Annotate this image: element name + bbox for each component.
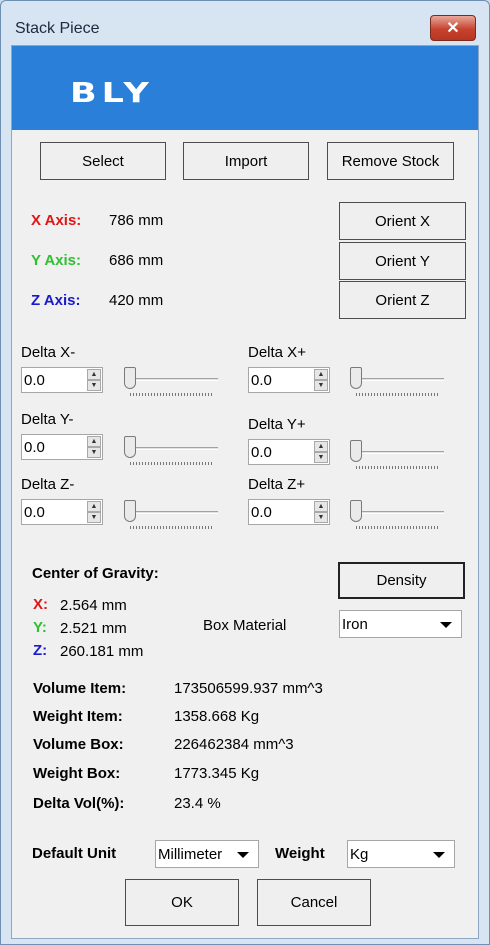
volume-item-value: 173506599.937 mm^3 bbox=[174, 680, 323, 697]
z-axis-value: 420 mm bbox=[109, 292, 164, 309]
box-material-select[interactable]: Iron bbox=[339, 610, 462, 638]
weight-box-label: Weight Box: bbox=[33, 765, 121, 782]
bly-logo: BLY bbox=[70, 76, 154, 109]
weight-unit-value: Kg bbox=[350, 846, 369, 863]
weight-item-label: Weight Item: bbox=[33, 708, 123, 725]
cog-x-value: 2.564 mm bbox=[60, 597, 127, 614]
cancel-button[interactable]: Cancel bbox=[257, 879, 371, 926]
select-button[interactable]: Select bbox=[40, 142, 166, 180]
chevron-down-icon bbox=[440, 622, 452, 628]
delta-x-minus-slider[interactable] bbox=[124, 366, 220, 398]
orient-x-button[interactable]: Orient X bbox=[339, 202, 466, 240]
spin-down-icon[interactable]: ▼ bbox=[87, 380, 101, 391]
cog-y-label: Y: bbox=[33, 619, 47, 636]
banner: BLY bbox=[12, 46, 478, 130]
cog-z-value: 260.181 mm bbox=[60, 643, 144, 660]
delta-y-minus-input[interactable]: 0.0 ▲ ▼ bbox=[21, 434, 103, 460]
weight-unit-select[interactable]: Kg bbox=[347, 840, 455, 868]
spin-up-icon[interactable]: ▲ bbox=[314, 441, 328, 452]
delta-z-minus-value: 0.0 bbox=[24, 504, 45, 521]
spin-up-icon[interactable]: ▲ bbox=[314, 369, 328, 380]
volume-item-label: Volume Item: bbox=[33, 680, 127, 697]
delta-y-plus-input[interactable]: 0.0 ▲ ▼ bbox=[248, 439, 330, 465]
title-bar[interactable]: Stack Piece ✕ bbox=[1, 1, 489, 45]
delta-x-minus-input[interactable]: 0.0 ▲ ▼ bbox=[21, 367, 103, 393]
weight-item-value: 1358.668 Kg bbox=[174, 708, 260, 725]
delta-x-plus-label: Delta X+ bbox=[248, 344, 306, 361]
spin-down-icon[interactable]: ▼ bbox=[87, 447, 101, 458]
delta-vol-value: 23.4 % bbox=[174, 795, 221, 812]
delta-z-plus-value: 0.0 bbox=[251, 504, 272, 521]
spin-down-icon[interactable]: ▼ bbox=[314, 512, 328, 523]
slider-thumb[interactable] bbox=[350, 500, 362, 522]
volume-box-label: Volume Box: bbox=[33, 736, 124, 753]
slider-thumb[interactable] bbox=[350, 367, 362, 389]
delta-x-plus-slider[interactable] bbox=[350, 366, 446, 398]
cog-x-label: X: bbox=[33, 596, 48, 613]
box-material-label: Box Material bbox=[203, 617, 287, 634]
default-unit-value: Millimeter bbox=[158, 846, 223, 863]
delta-z-plus-input[interactable]: 0.0 ▲ ▼ bbox=[248, 499, 330, 525]
center-of-gravity-heading: Center of Gravity: bbox=[32, 565, 159, 582]
weight-box-value: 1773.345 Kg bbox=[174, 765, 260, 782]
x-axis-label: X Axis: bbox=[31, 212, 82, 229]
delta-y-minus-label: Delta Y- bbox=[21, 411, 74, 428]
close-button[interactable]: ✕ bbox=[430, 15, 476, 41]
delta-y-plus-value: 0.0 bbox=[251, 444, 272, 461]
window-title: Stack Piece bbox=[15, 20, 100, 37]
delta-x-plus-input[interactable]: 0.0 ▲ ▼ bbox=[248, 367, 330, 393]
delta-z-minus-slider[interactable] bbox=[124, 499, 220, 531]
spin-up-icon[interactable]: ▲ bbox=[87, 369, 101, 380]
slider-thumb[interactable] bbox=[350, 440, 362, 462]
box-material-value: Iron bbox=[342, 616, 368, 633]
delta-y-plus-slider[interactable] bbox=[350, 439, 446, 471]
chevron-down-icon bbox=[237, 852, 249, 858]
orient-z-button[interactable]: Orient Z bbox=[339, 281, 466, 319]
spin-down-icon[interactable]: ▼ bbox=[314, 380, 328, 391]
weight-unit-label: Weight bbox=[275, 845, 325, 862]
remove-stock-button[interactable]: Remove Stock bbox=[327, 142, 454, 180]
cog-z-label: Z: bbox=[33, 642, 48, 659]
volume-box-value: 226462384 mm^3 bbox=[174, 736, 294, 753]
import-button[interactable]: Import bbox=[183, 142, 309, 180]
delta-z-minus-label: Delta Z- bbox=[21, 476, 75, 493]
spin-down-icon[interactable]: ▼ bbox=[314, 452, 328, 463]
ok-button[interactable]: OK bbox=[125, 879, 239, 926]
delta-y-plus-label: Delta Y+ bbox=[248, 416, 306, 433]
delta-x-minus-label: Delta X- bbox=[21, 344, 76, 361]
delta-z-plus-label: Delta Z+ bbox=[248, 476, 306, 493]
delta-x-minus-value: 0.0 bbox=[24, 372, 45, 389]
x-axis-value: 786 mm bbox=[109, 212, 164, 229]
slider-thumb[interactable] bbox=[124, 367, 136, 389]
density-button[interactable]: Density bbox=[338, 562, 465, 599]
delta-z-minus-input[interactable]: 0.0 ▲ ▼ bbox=[21, 499, 103, 525]
slider-thumb[interactable] bbox=[124, 436, 136, 458]
z-axis-label: Z Axis: bbox=[31, 292, 81, 309]
default-unit-label: Default Unit bbox=[32, 845, 117, 862]
y-axis-value: 686 mm bbox=[109, 252, 164, 269]
delta-vol-label: Delta Vol(%): bbox=[33, 795, 125, 812]
dialog-client-area: BLY Select Import Remove Stock X Axis: 7… bbox=[11, 45, 479, 939]
delta-x-plus-value: 0.0 bbox=[251, 372, 272, 389]
orient-y-button[interactable]: Orient Y bbox=[339, 242, 466, 280]
spin-up-icon[interactable]: ▲ bbox=[87, 436, 101, 447]
close-icon: ✕ bbox=[446, 20, 460, 37]
slider-thumb[interactable] bbox=[124, 500, 136, 522]
cog-y-value: 2.521 mm bbox=[60, 620, 127, 637]
chevron-down-icon bbox=[433, 852, 445, 858]
delta-z-plus-slider[interactable] bbox=[350, 499, 446, 531]
stack-piece-window: Stack Piece ✕ BLY Select Import Remove S… bbox=[0, 0, 490, 945]
spin-up-icon[interactable]: ▲ bbox=[314, 501, 328, 512]
delta-y-minus-value: 0.0 bbox=[24, 439, 45, 456]
spin-up-icon[interactable]: ▲ bbox=[87, 501, 101, 512]
delta-y-minus-slider[interactable] bbox=[124, 435, 220, 467]
spin-down-icon[interactable]: ▼ bbox=[87, 512, 101, 523]
default-unit-select[interactable]: Millimeter bbox=[155, 840, 259, 868]
y-axis-label: Y Axis: bbox=[31, 252, 82, 269]
